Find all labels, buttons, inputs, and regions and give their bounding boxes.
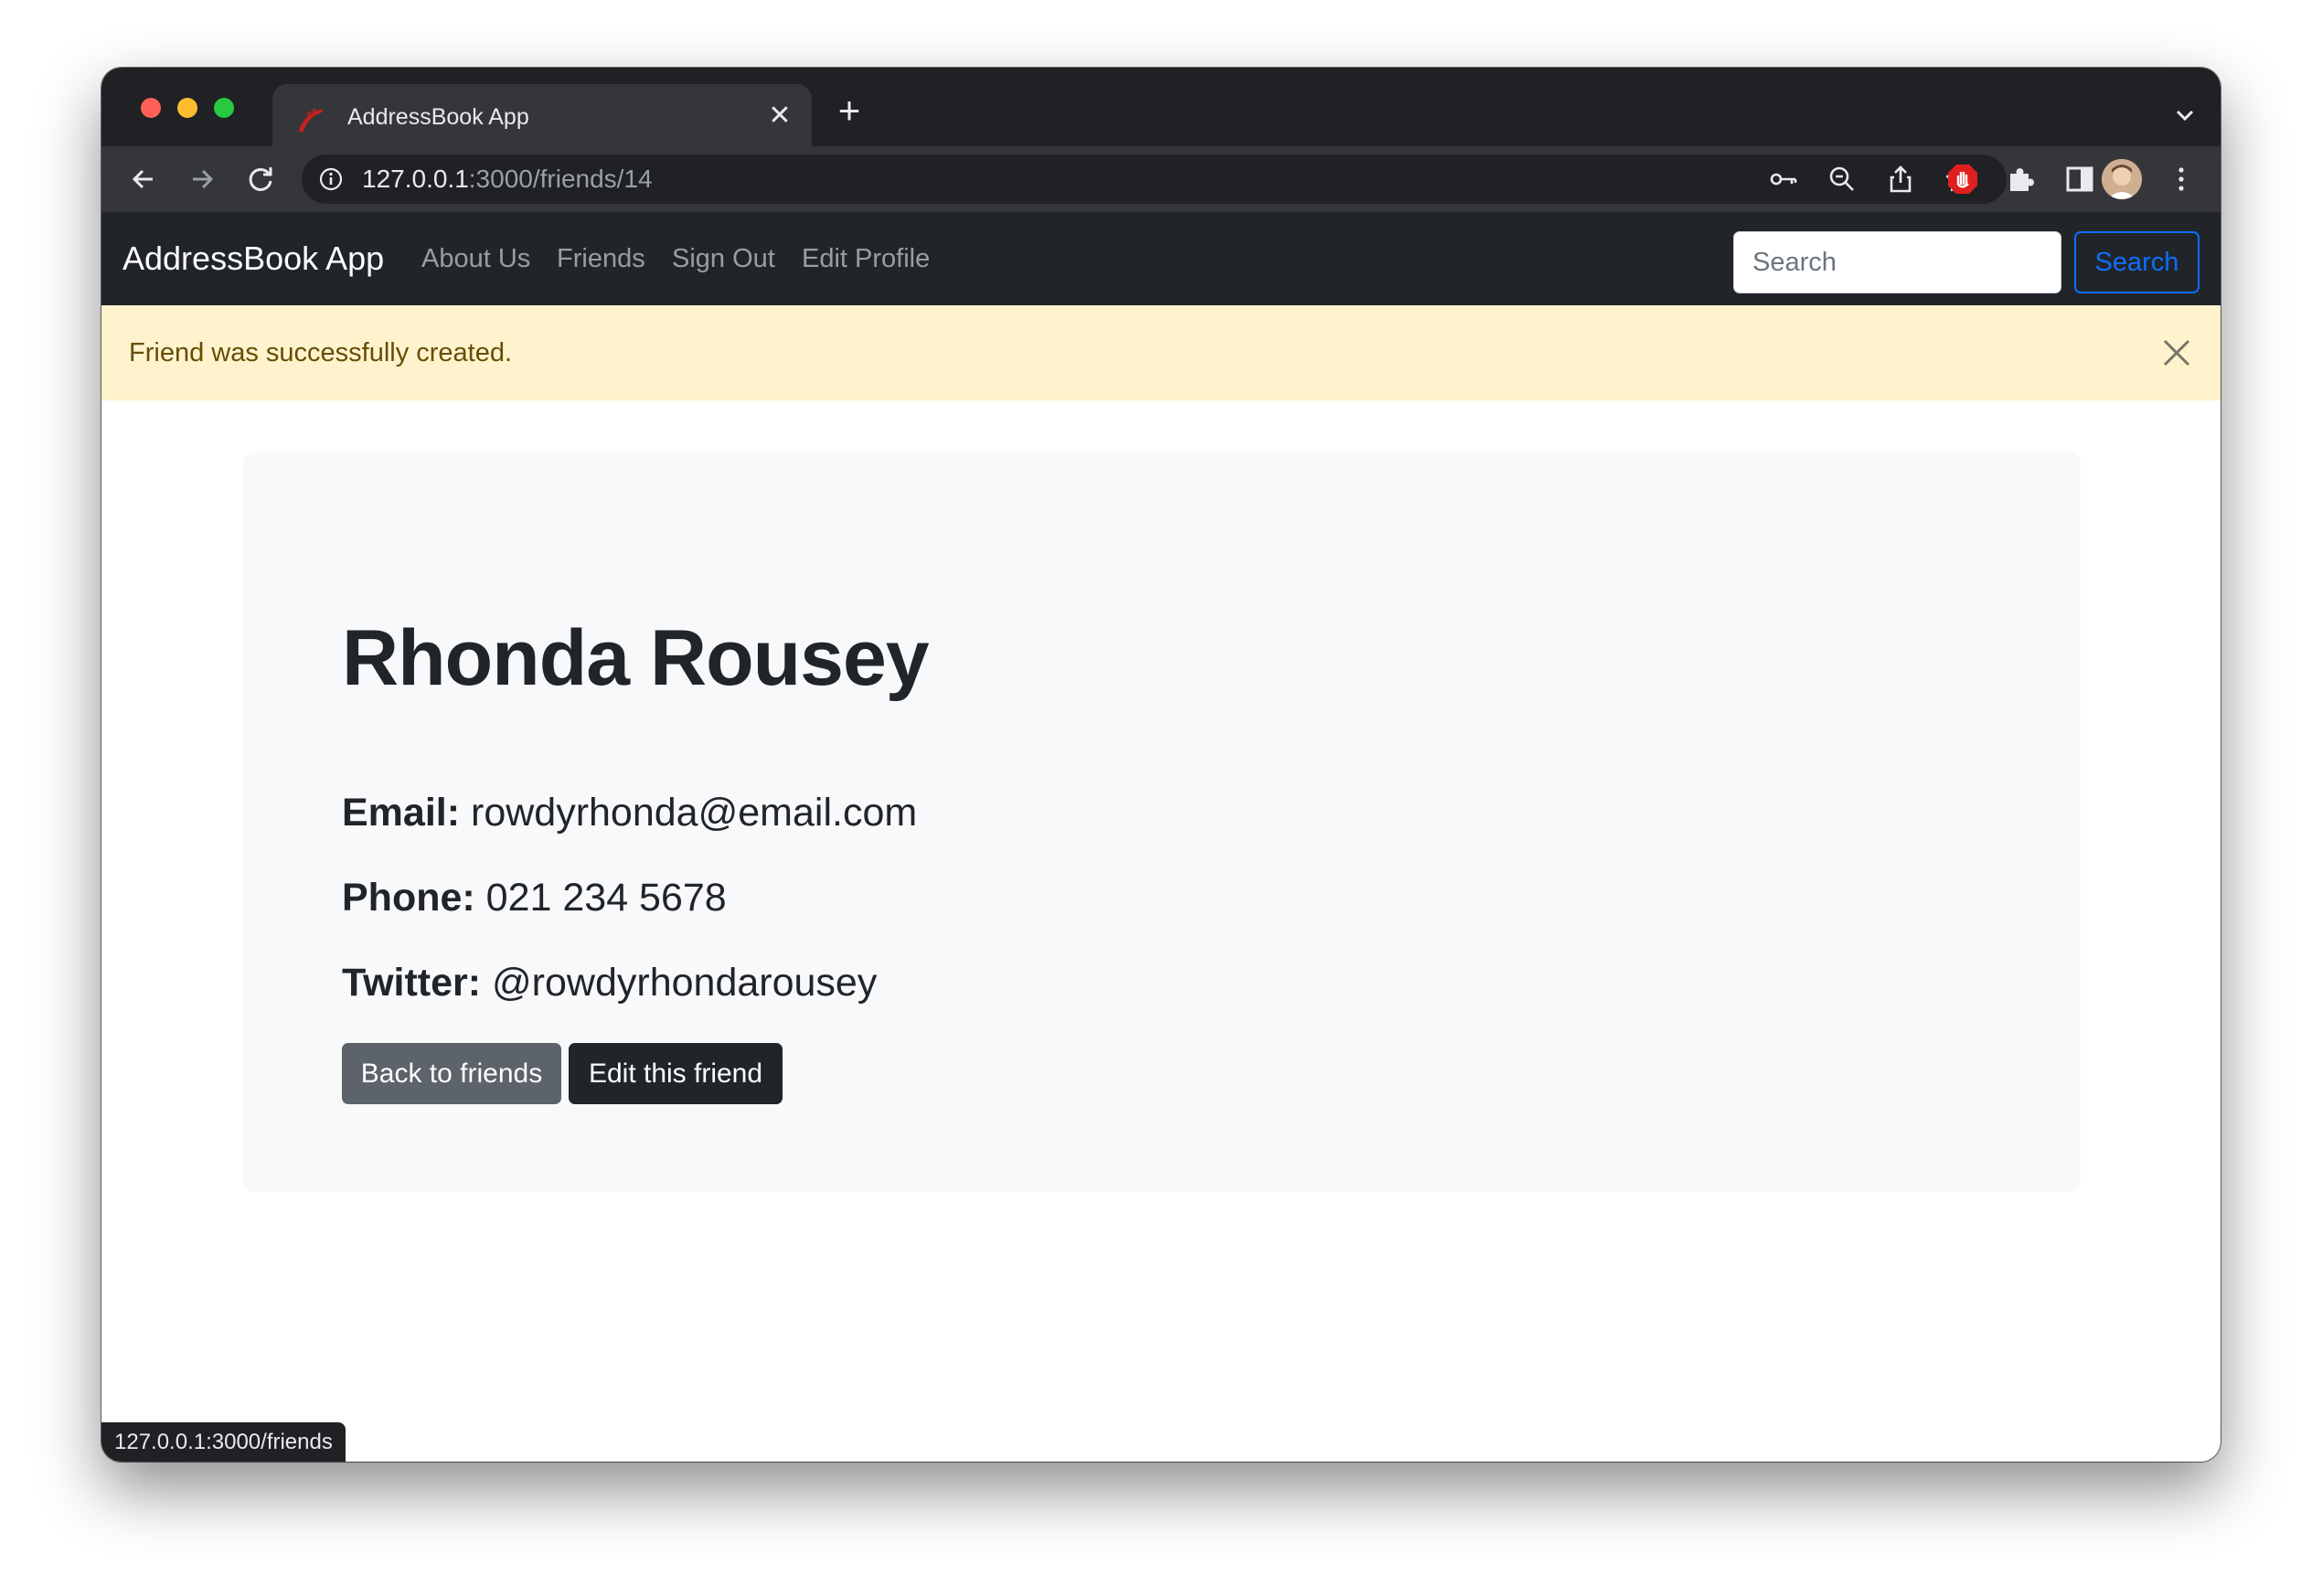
friend-phone-row: Phone: 021 234 5678 (342, 874, 727, 921)
friend-name: Rhonda Rousey (342, 614, 930, 702)
friend-email-row: Email: rowdyrhonda@email.com (342, 789, 917, 836)
browser-window: AddressBook App ✕ + 127.0.0.1:3000/frien… (101, 68, 2221, 1462)
navbar-brand[interactable]: AddressBook App (122, 239, 384, 278)
nav-link-sign-out[interactable]: Sign Out (672, 242, 775, 275)
puzzle-icon[interactable] (2003, 161, 2040, 197)
edit-friend-button[interactable]: Edit this friend (569, 1043, 783, 1104)
close-window-button[interactable] (141, 98, 161, 118)
browser-tab[interactable]: AddressBook App ✕ (272, 84, 812, 146)
address-bar[interactable]: 127.0.0.1:3000/friends/14 (302, 154, 2007, 204)
search-input[interactable] (1733, 231, 2061, 293)
close-tab-icon[interactable]: ✕ (764, 101, 795, 132)
nav-link-about-us[interactable]: About Us (421, 242, 530, 275)
reload-icon[interactable] (242, 161, 279, 197)
key-icon[interactable] (1768, 164, 1799, 195)
arrow-left-icon[interactable] (125, 161, 162, 197)
url-host: 127.0.0.1 (362, 165, 469, 193)
info-icon[interactable] (318, 166, 344, 192)
maximize-window-button[interactable] (214, 98, 234, 118)
tab-title: AddressBook App (347, 104, 529, 130)
share-icon[interactable] (1885, 164, 1916, 195)
app-navbar: AddressBook App About Us Friends Sign Ou… (101, 212, 2221, 305)
tab-strip: AddressBook App ✕ + (101, 68, 2221, 146)
alert-message: Friend was successfully created. (129, 338, 513, 367)
minimize-window-button[interactable] (177, 98, 197, 118)
twitter-label: Twitter: (342, 961, 482, 1005)
kebab-menu-icon[interactable] (2163, 161, 2200, 197)
browser-toolbar: 127.0.0.1:3000/friends/14 (101, 146, 2221, 212)
nav-link-edit-profile[interactable]: Edit Profile (802, 242, 930, 275)
avatar[interactable] (2102, 159, 2142, 199)
rails-favicon-icon (299, 108, 323, 132)
flash-alert: Friend was successfully created. (101, 305, 2221, 400)
new-tab-icon[interactable]: + (833, 91, 866, 130)
url-text[interactable]: 127.0.0.1:3000/friends/14 (362, 164, 653, 195)
back-to-friends-button[interactable]: Back to friends (342, 1043, 561, 1104)
nav-link-friends[interactable]: Friends (557, 242, 645, 275)
side-panel-icon[interactable] (2061, 161, 2098, 197)
friend-card: Rhonda Rousey Email: rowdyrhonda@email.c… (243, 452, 2081, 1192)
email-label: Email: (342, 791, 461, 835)
status-bar-url: 127.0.0.1:3000/friends (101, 1422, 346, 1462)
phone-label: Phone: (342, 876, 475, 920)
zoom-out-icon[interactable] (1827, 164, 1858, 195)
profile-photo-icon (2102, 159, 2142, 199)
chevron-down-icon[interactable] (2172, 102, 2198, 128)
adblock-icon[interactable] (1944, 161, 1981, 197)
search-button[interactable]: Search (2074, 231, 2200, 293)
arrow-right-icon[interactable] (184, 161, 220, 197)
friend-twitter: @rowdyrhondarousey (492, 961, 878, 1005)
friend-twitter-row: Twitter: @rowdyrhondarousey (342, 959, 877, 1006)
close-icon[interactable] (2160, 336, 2193, 369)
friend-email: rowdyrhonda@email.com (471, 791, 918, 835)
url-path: :3000/friends/14 (468, 165, 653, 193)
friend-phone: 021 234 5678 (485, 876, 727, 920)
